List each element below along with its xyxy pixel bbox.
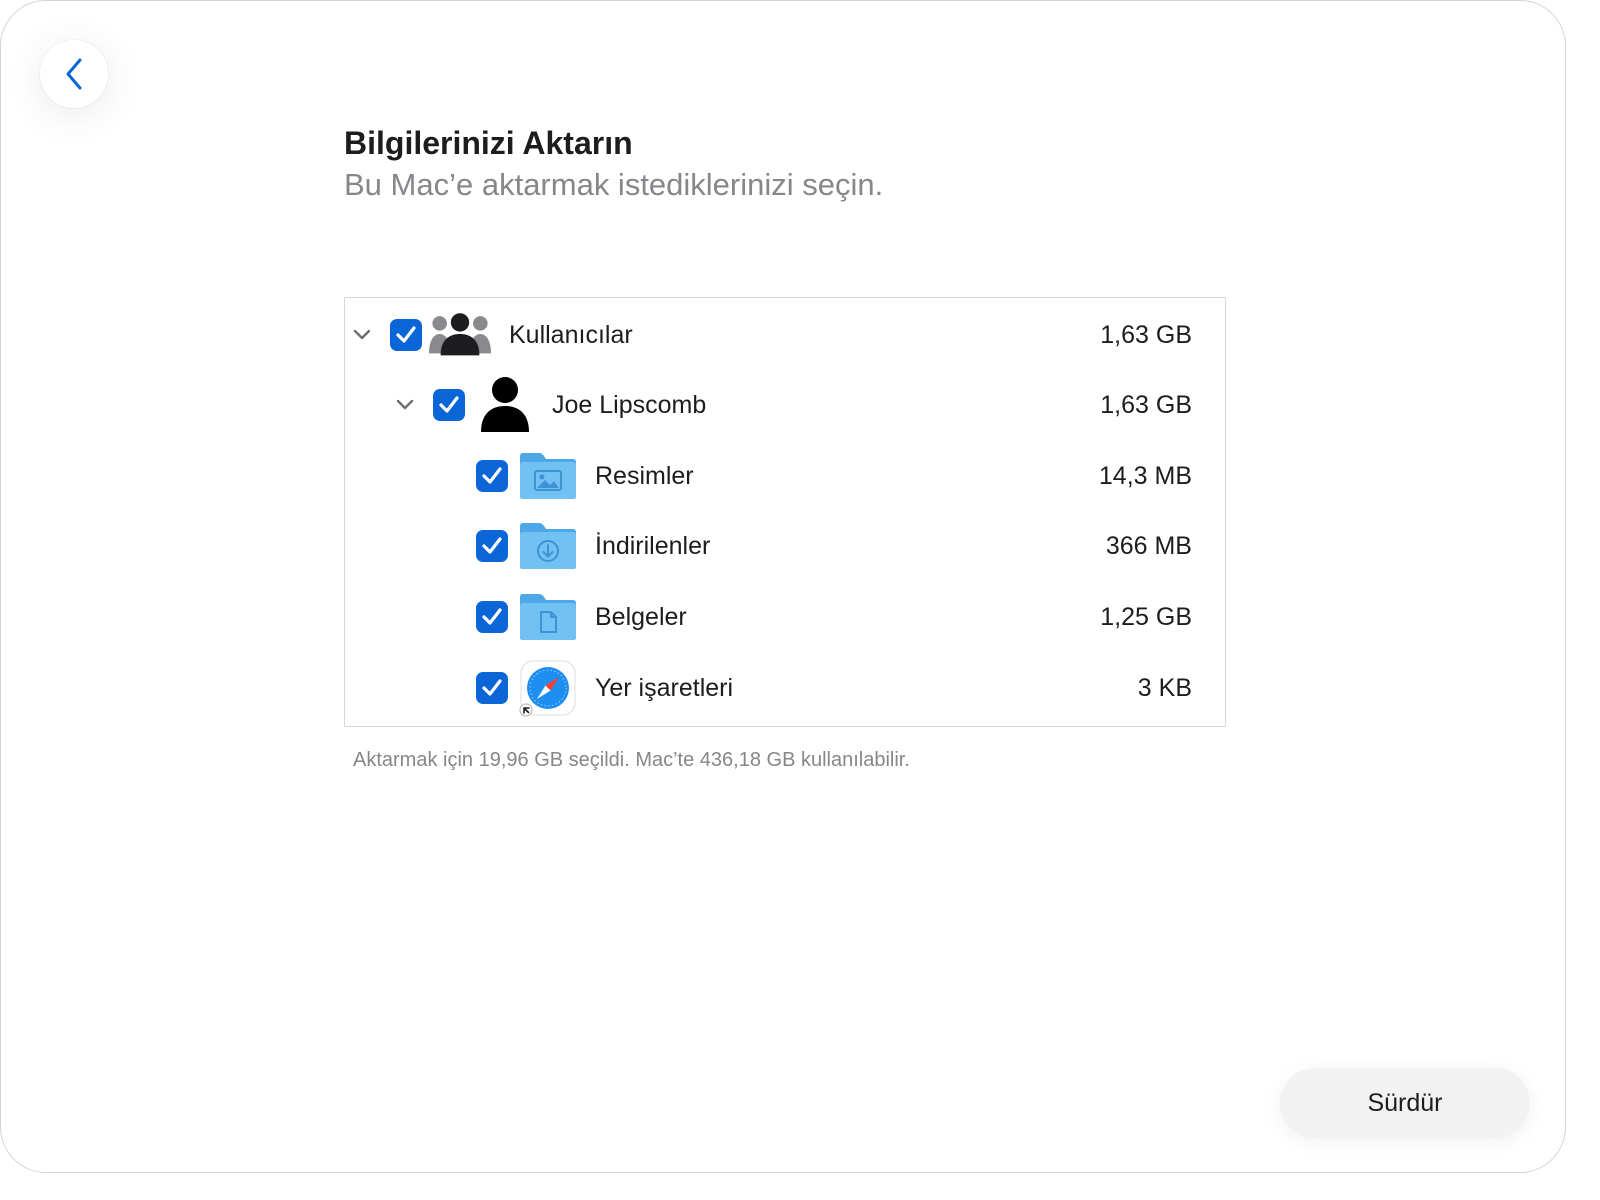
page-subtitle: Bu Mac’e aktarmak istediklerinizi seçin. <box>344 167 884 202</box>
item-size: 3 KB <box>1137 674 1192 702</box>
checkmark-icon <box>396 326 416 343</box>
transfer-list: Kullanıcılar 1,63 GB Joe Lipscomb 1,63 G… <box>344 297 1226 727</box>
back-button[interactable] <box>40 40 108 108</box>
chevron-left-icon <box>66 58 82 90</box>
checkmark-icon <box>482 608 502 625</box>
chevron-down-icon[interactable] <box>396 397 414 411</box>
checkmark-icon <box>482 679 502 696</box>
checkmark-icon <box>439 396 459 413</box>
item-label: Kullanıcılar <box>509 321 633 349</box>
downloads-folder-icon <box>517 515 579 577</box>
checkmark-icon <box>482 537 502 554</box>
checkbox-documents[interactable] <box>476 601 508 633</box>
page-title: Bilgilerinizi Aktarın <box>344 125 633 161</box>
item-label: Joe Lipscomb <box>552 391 707 419</box>
list-item-user-joe: Joe Lipscomb 1,63 GB <box>345 370 1225 440</box>
item-label: İndirilenler <box>595 532 711 560</box>
migration-window: Bilgilerinizi Aktarın Bu Mac’e aktarmak … <box>0 0 1566 1173</box>
item-size: 1,25 GB <box>1100 603 1192 631</box>
item-label: Resimler <box>595 462 694 490</box>
users-group-icon <box>429 304 491 366</box>
storage-summary: Aktarmak için 19,96 GB seçildi. Mac’te 4… <box>353 749 910 771</box>
checkbox-bookmarks[interactable] <box>476 672 508 704</box>
list-item-pictures: Resimler 14,3 MB <box>345 441 1225 511</box>
checkbox-user-joe[interactable] <box>433 389 465 421</box>
list-item-downloads: İndirilenler 366 MB <box>345 511 1225 581</box>
item-label: Belgeler <box>595 603 687 631</box>
user-silhouette-icon <box>474 374 536 436</box>
checkmark-icon <box>482 467 502 484</box>
checkbox-downloads[interactable] <box>476 530 508 562</box>
list-item-documents: Belgeler 1,25 GB <box>345 582 1225 652</box>
item-label: Yer işaretleri <box>595 674 734 702</box>
safari-bookmarks-icon <box>517 657 579 719</box>
checkbox-users[interactable] <box>390 319 422 351</box>
item-size: 14,3 MB <box>1098 462 1192 490</box>
continue-button[interactable]: Sürdür <box>1280 1068 1530 1138</box>
checkbox-pictures[interactable] <box>476 460 508 492</box>
documents-folder-icon <box>517 586 579 648</box>
item-size: 1,63 GB <box>1100 321 1192 349</box>
list-item-users: Kullanıcılar 1,63 GB <box>345 300 1225 370</box>
item-size: 1,63 GB <box>1100 391 1192 419</box>
list-item-bookmarks: Yer işaretleri 3 KB <box>345 653 1225 723</box>
pictures-folder-icon <box>517 445 579 507</box>
item-size: 366 MB <box>1105 532 1192 560</box>
chevron-down-icon[interactable] <box>353 327 371 341</box>
